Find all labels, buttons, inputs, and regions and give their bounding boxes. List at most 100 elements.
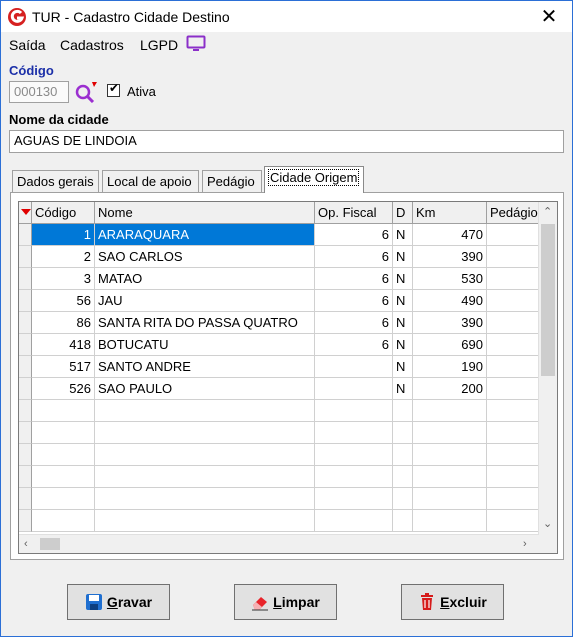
cell-op-fiscal[interactable]: 6 (315, 334, 393, 356)
cell-km[interactable]: 470 (413, 224, 487, 246)
cell-codigo[interactable]: 2 (32, 246, 95, 268)
tab-dados-gerais[interactable]: Dados gerais (12, 170, 99, 192)
cell-d[interactable]: N (393, 268, 413, 290)
header-codigo[interactable]: Código (32, 202, 95, 223)
excluir-button[interactable]: Excluir (401, 584, 504, 620)
row-indicator[interactable] (19, 356, 32, 378)
header-km[interactable]: Km (413, 202, 487, 223)
row-indicator[interactable] (19, 224, 32, 246)
header-d[interactable]: D (393, 202, 413, 223)
nome-label: Nome da cidade (9, 112, 109, 127)
cell-km[interactable]: 200 (413, 378, 487, 400)
row-indicator[interactable] (19, 334, 32, 356)
cell-km[interactable]: 190 (413, 356, 487, 378)
cell-km[interactable]: 530 (413, 268, 487, 290)
monitor-icon[interactable] (186, 35, 206, 53)
cell-nome (95, 444, 315, 466)
tab-cidade-origem[interactable]: Cidade Origem (264, 166, 364, 193)
menu-cadastros[interactable]: Cadastros (60, 37, 124, 53)
codigo-field[interactable]: 000130 (9, 81, 69, 103)
table-row[interactable]: 517 SANTO ANDRE N 190 (19, 356, 547, 378)
cell-km[interactable]: 690 (413, 334, 487, 356)
cell-nome[interactable]: SANTO ANDRE (95, 356, 315, 378)
cell-op-fiscal[interactable] (315, 356, 393, 378)
row-indicator[interactable] (19, 268, 32, 290)
cell-d[interactable]: N (393, 246, 413, 268)
header-indicator (19, 202, 32, 223)
cell-d[interactable]: N (393, 312, 413, 334)
cell-km[interactable]: 490 (413, 290, 487, 312)
close-button[interactable]: ✕ (534, 5, 564, 29)
horizontal-scrollbar[interactable]: ‹ › (19, 534, 539, 553)
row-indicator[interactable] (19, 246, 32, 268)
cell-km[interactable]: 390 (413, 312, 487, 334)
cell-nome (95, 510, 315, 532)
row-indicator (19, 444, 32, 466)
tab-pedagio[interactable]: Pedágio (202, 170, 262, 192)
cell-d[interactable]: N (393, 378, 413, 400)
scroll-down-icon[interactable]: ⌄ (543, 518, 552, 530)
table-row[interactable]: 1 ARARAQUARA 6 N 470 (19, 224, 547, 246)
cell-op-fiscal[interactable]: 6 (315, 312, 393, 334)
cell-op-fiscal[interactable] (315, 378, 393, 400)
search-icon[interactable] (74, 81, 98, 103)
menu-saida[interactable]: Saída (9, 37, 46, 53)
scroll-up-icon[interactable]: ⌃ (543, 206, 552, 218)
cell-d[interactable]: N (393, 224, 413, 246)
cell-codigo[interactable]: 418 (32, 334, 95, 356)
cell-d[interactable]: N (393, 290, 413, 312)
cell-codigo[interactable]: 517 (32, 356, 95, 378)
horizontal-scroll-thumb[interactable] (40, 538, 60, 550)
table-row[interactable]: 2 SAO CARLOS 6 N 390 (19, 246, 547, 268)
cell-nome[interactable]: BOTUCATU (95, 334, 315, 356)
sort-indicator-icon (21, 209, 31, 215)
cell-nome (95, 422, 315, 444)
header-nome[interactable]: Nome (95, 202, 315, 223)
gravar-button[interactable]: Gravar (67, 584, 170, 620)
vertical-scroll-thumb[interactable] (541, 224, 555, 376)
cell-codigo[interactable]: 1 (32, 224, 95, 246)
row-indicator[interactable] (19, 312, 32, 334)
cell-nome[interactable]: SANTA RITA DO PASSA QUATRO (95, 312, 315, 334)
cell-km (413, 466, 487, 488)
cell-codigo[interactable]: 56 (32, 290, 95, 312)
header-op-fiscal[interactable]: Op. Fiscal (315, 202, 393, 223)
cell-codigo (32, 510, 95, 532)
limpar-button[interactable]: Limpar (234, 584, 337, 620)
row-indicator[interactable] (19, 290, 32, 312)
cell-nome[interactable]: ARARAQUARA (95, 224, 315, 246)
trash-icon (421, 593, 434, 610)
scroll-left-icon[interactable]: ‹ (24, 538, 28, 550)
table-row[interactable]: 526 SAO PAULO N 200 (19, 378, 547, 400)
cell-op-fiscal[interactable]: 6 (315, 224, 393, 246)
cell-op-fiscal[interactable]: 6 (315, 290, 393, 312)
cell-km[interactable]: 390 (413, 246, 487, 268)
cell-codigo[interactable]: 526 (32, 378, 95, 400)
vertical-scrollbar[interactable]: ⌃ ⌄ (538, 202, 557, 535)
limpar-label: impar (281, 594, 320, 610)
cell-nome[interactable]: JAU (95, 290, 315, 312)
table-row[interactable]: 418 BOTUCATU 6 N 690 (19, 334, 547, 356)
table-row[interactable]: 86 SANTA RITA DO PASSA QUATRO 6 N 390 (19, 312, 547, 334)
menu-lgpd[interactable]: LGPD (140, 37, 178, 53)
cell-d[interactable]: N (393, 356, 413, 378)
tab-local-de-apoio[interactable]: Local de apoio (102, 170, 199, 192)
scroll-right-icon[interactable]: › (523, 538, 527, 550)
cell-nome[interactable]: SAO CARLOS (95, 246, 315, 268)
nome-field[interactable]: AGUAS DE LINDOIA (9, 130, 564, 153)
cell-codigo[interactable]: 86 (32, 312, 95, 334)
cell-codigo[interactable]: 3 (32, 268, 95, 290)
table-row[interactable]: 3 MATAO 6 N 530 (19, 268, 547, 290)
cell-nome[interactable]: MATAO (95, 268, 315, 290)
row-indicator[interactable] (19, 378, 32, 400)
cidade-origem-grid[interactable]: Código Nome Op. Fiscal D Km Pedágio 1 ARA… (18, 201, 558, 554)
cell-nome[interactable]: SAO PAULO (95, 378, 315, 400)
ativa-checkbox[interactable]: ✔ (107, 82, 120, 97)
cell-d[interactable]: N (393, 334, 413, 356)
table-row[interactable]: 56 JAU 6 N 490 (19, 290, 547, 312)
cell-op-fiscal[interactable]: 6 (315, 268, 393, 290)
cell-d (393, 488, 413, 510)
cell-op-fiscal[interactable]: 6 (315, 246, 393, 268)
cell-nome (95, 488, 315, 510)
cell-nome (95, 466, 315, 488)
